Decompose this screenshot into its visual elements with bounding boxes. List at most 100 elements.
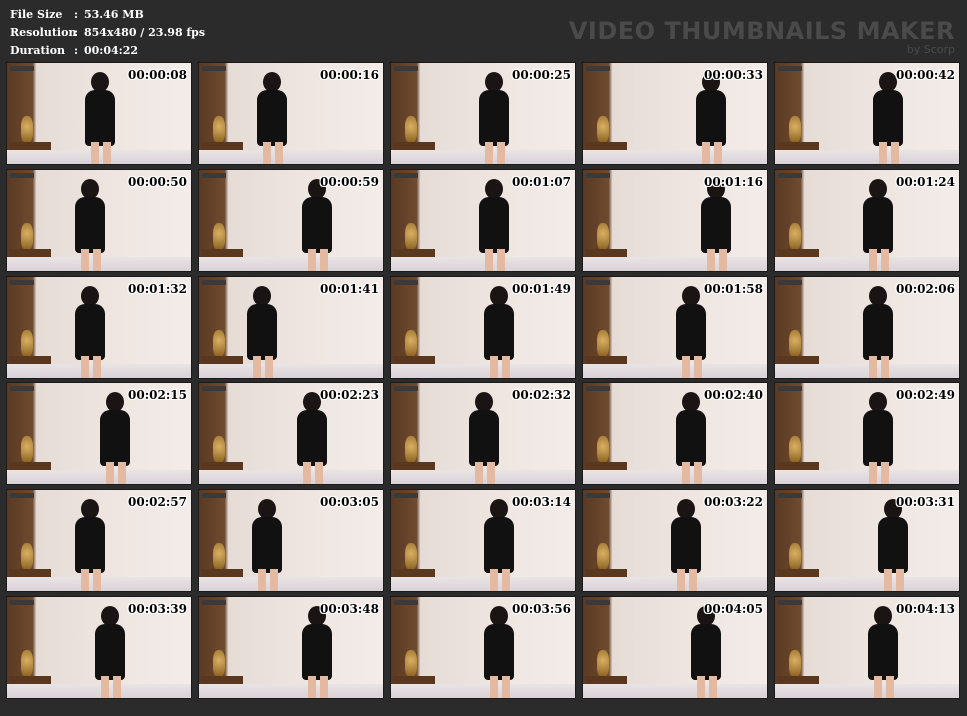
thumbnail[interactable]: 00:01:58 bbox=[582, 275, 768, 379]
thumbnail-grid: 00:00:08 00:00:16 00:00:25 00:00:33 00:00:42… bbox=[6, 62, 960, 699]
shelf bbox=[585, 462, 627, 471]
vase bbox=[213, 222, 225, 249]
person-head bbox=[253, 285, 271, 306]
thumbnail[interactable]: 00:01:16 bbox=[582, 168, 768, 272]
thumbnail[interactable]: 00:04:05 bbox=[582, 595, 768, 699]
thumbnail[interactable]: 00:02:40 bbox=[582, 382, 768, 486]
person-figure bbox=[77, 72, 123, 164]
channel-logo bbox=[586, 493, 610, 499]
vase bbox=[21, 543, 33, 570]
vase bbox=[405, 116, 417, 142]
person-leg bbox=[93, 248, 101, 271]
person-leg bbox=[714, 142, 722, 164]
person-leg bbox=[694, 355, 702, 378]
person-leg bbox=[502, 675, 510, 698]
thumbnail[interactable]: 00:00:59 bbox=[198, 168, 384, 272]
thumbnail[interactable]: 00:00:08 bbox=[6, 62, 192, 165]
thumbnail-timestamp: 00:04:13 bbox=[896, 601, 955, 616]
thumbnail[interactable]: 00:01:32 bbox=[6, 275, 192, 379]
person-head bbox=[879, 72, 897, 92]
vase bbox=[213, 329, 225, 356]
thumbnail[interactable]: 00:02:57 bbox=[6, 489, 192, 593]
person-leg bbox=[869, 462, 877, 485]
person-dress bbox=[302, 623, 332, 680]
person-leg bbox=[677, 569, 685, 592]
channel-logo bbox=[394, 493, 418, 499]
thumbnail[interactable]: 00:00:42 bbox=[774, 62, 960, 165]
thumbnail[interactable]: 00:01:41 bbox=[198, 275, 384, 379]
shelf bbox=[201, 675, 243, 684]
thumbnail[interactable]: 00:02:32 bbox=[390, 382, 576, 486]
thumbnail[interactable]: 00:00:33 bbox=[582, 62, 768, 165]
person-leg bbox=[263, 142, 271, 164]
vase bbox=[789, 436, 801, 463]
person-head bbox=[258, 499, 276, 520]
person-figure bbox=[67, 178, 113, 271]
person-dress bbox=[863, 303, 893, 360]
thumbnail[interactable]: 00:03:14 bbox=[390, 489, 576, 593]
duration-label: Duration bbox=[10, 44, 66, 57]
floor bbox=[775, 577, 959, 592]
thumbnail[interactable]: 00:02:15 bbox=[6, 382, 192, 486]
thumbnail[interactable]: 00:00:50 bbox=[6, 168, 192, 272]
person-leg bbox=[879, 142, 887, 164]
channel-logo bbox=[10, 172, 34, 178]
thumbnail[interactable]: 00:04:13 bbox=[774, 595, 960, 699]
shelf bbox=[777, 675, 819, 684]
vase bbox=[597, 116, 609, 142]
person-figure bbox=[663, 499, 709, 592]
person-leg bbox=[487, 462, 495, 485]
thumbnail[interactable]: 00:03:31 bbox=[774, 489, 960, 593]
thumbnail[interactable]: 00:01:07 bbox=[390, 168, 576, 272]
thumbnail[interactable]: 00:00:25 bbox=[390, 62, 576, 165]
person-figure bbox=[683, 605, 729, 698]
shelf bbox=[201, 355, 243, 364]
person-leg bbox=[891, 142, 899, 164]
person-dress bbox=[75, 303, 105, 360]
person-figure bbox=[461, 392, 507, 485]
thumbnail[interactable]: 00:03:05 bbox=[198, 489, 384, 593]
thumbnail[interactable]: 00:02:23 bbox=[198, 382, 384, 486]
thumbnail-timestamp: 00:00:50 bbox=[128, 174, 187, 189]
person-leg bbox=[874, 675, 882, 698]
thumbnail[interactable]: 00:01:49 bbox=[390, 275, 576, 379]
brand-subtitle: by Scorp bbox=[906, 43, 955, 56]
person-dress bbox=[257, 90, 287, 146]
person-figure bbox=[294, 178, 340, 271]
person-figure bbox=[476, 499, 522, 592]
thumbnail[interactable]: 00:03:39 bbox=[6, 595, 192, 699]
person-dress bbox=[863, 196, 893, 253]
person-dress bbox=[100, 410, 130, 467]
person-leg bbox=[869, 355, 877, 378]
thumbnail[interactable]: 00:01:24 bbox=[774, 168, 960, 272]
person-dress bbox=[75, 517, 105, 574]
thumbnail[interactable]: 00:03:48 bbox=[198, 595, 384, 699]
person-leg bbox=[502, 355, 510, 378]
thumbnail-timestamp: 00:01:07 bbox=[512, 174, 571, 189]
vase bbox=[789, 649, 801, 676]
vase bbox=[21, 222, 33, 249]
thumbnail-timestamp: 00:03:48 bbox=[320, 601, 379, 616]
channel-logo bbox=[778, 599, 802, 605]
person-figure bbox=[865, 72, 911, 164]
thumbnail[interactable]: 00:00:16 bbox=[198, 62, 384, 165]
thumbnail[interactable]: 00:02:06 bbox=[774, 275, 960, 379]
person-figure bbox=[239, 285, 285, 378]
person-head bbox=[485, 72, 503, 92]
vase bbox=[789, 116, 801, 142]
channel-logo bbox=[778, 386, 802, 392]
vase bbox=[789, 543, 801, 570]
person-figure bbox=[294, 605, 340, 698]
colon: : bbox=[74, 8, 79, 21]
thumbnail-timestamp: 00:02:49 bbox=[896, 388, 955, 403]
shelf bbox=[777, 462, 819, 471]
thumbnail[interactable]: 00:03:56 bbox=[390, 595, 576, 699]
channel-logo bbox=[394, 172, 418, 178]
person-leg bbox=[707, 248, 715, 271]
brand-title: VIDEO THUMBNAILS MAKER bbox=[568, 17, 955, 45]
thumbnail[interactable]: 00:03:22 bbox=[582, 489, 768, 593]
thumbnail[interactable]: 00:02:49 bbox=[774, 382, 960, 486]
resolution-value: 854x480 / 23.98 fps bbox=[84, 26, 206, 39]
vase bbox=[21, 116, 33, 142]
person-dress bbox=[95, 623, 125, 680]
